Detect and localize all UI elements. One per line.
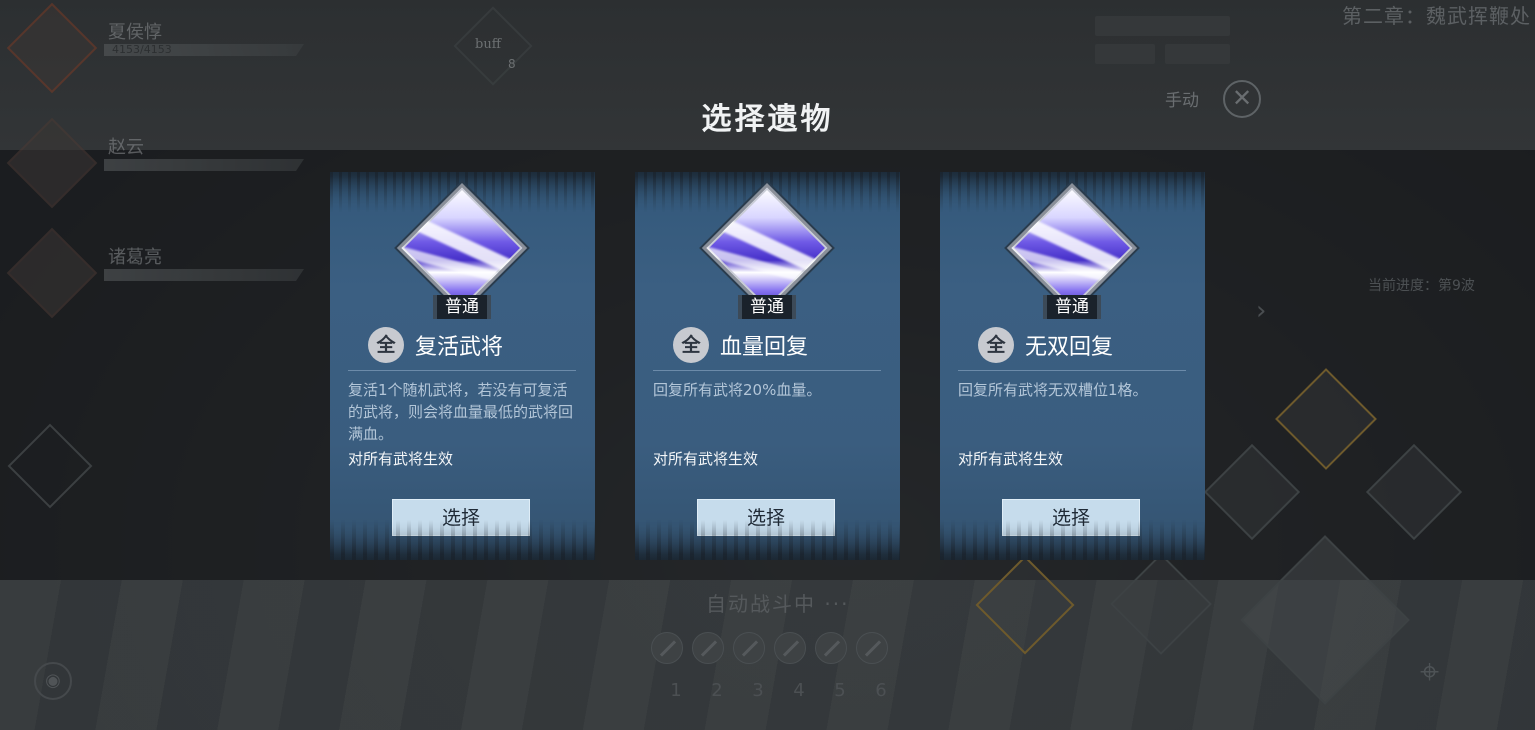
- modal-title: 选择遗物: [701, 102, 834, 137]
- slot-number: 6: [875, 680, 887, 701]
- chapter-title: 第二章：魏武挥鞭处: [1342, 4, 1531, 28]
- relic-name: 血量回复: [720, 335, 809, 360]
- relic-wing-icon: [1006, 182, 1138, 314]
- relic-effect-scope: 对所有武将生效: [348, 450, 454, 468]
- relic-wing-icon: [396, 182, 528, 314]
- relic-card: 普通 全 复活武将 复活1个随机武将，若没有可复活的武将，则会将血量最低的武将回…: [330, 172, 595, 560]
- divider: [348, 370, 576, 371]
- slot-number: 5: [834, 680, 846, 701]
- relic-description: 复活1个随机武将，若没有可复活的武将，则会将血量最低的武将回满血。: [348, 381, 574, 443]
- item-slot[interactable]: [774, 632, 806, 664]
- scope-badge: 全: [368, 327, 404, 363]
- buff-label: buff: [475, 37, 501, 52]
- relic-card: 普通 全 血量回复 回复所有武将20%血量。 对所有武将生效 选择: [635, 172, 900, 560]
- slot-number: 4: [793, 680, 805, 701]
- hero-portrait: [6, 2, 98, 94]
- scope-badge: 全: [673, 327, 709, 363]
- divider: [958, 370, 1186, 371]
- chevron-right-icon: ›: [1256, 296, 1267, 326]
- rarity-badge: 普通: [1043, 295, 1101, 319]
- hero-slot-1: 夏侯惇 4153/4153: [6, 2, 308, 94]
- scope-badge: 全: [978, 327, 1014, 363]
- item-slot[interactable]: [651, 632, 683, 664]
- hero-name: 夏侯惇: [108, 22, 162, 43]
- hero-hp-bar: [104, 159, 304, 171]
- relic-description: 回复所有武将无双槽位1格。: [958, 381, 1148, 399]
- slot-number: 3: [752, 680, 764, 701]
- hero-hp-bar: [104, 269, 304, 281]
- item-slot[interactable]: [733, 632, 765, 664]
- target-lock-icon[interactable]: ⌖: [1420, 652, 1439, 692]
- rarity-badge: 普通: [433, 295, 491, 319]
- select-button[interactable]: 选择: [1002, 499, 1140, 536]
- minimap-panel: [1095, 44, 1155, 64]
- hero-hp-text: 4153/4153: [112, 43, 172, 56]
- select-button[interactable]: 选择: [392, 499, 530, 536]
- buff-count: 8: [508, 57, 516, 71]
- slot-number: 1: [670, 680, 682, 701]
- relic-name: 复活武将: [415, 335, 504, 360]
- relic-wing-icon: [701, 182, 833, 314]
- relic-card: 普通 全 无双回复 回复所有武将无双槽位1格。 对所有武将生效 选择: [940, 172, 1205, 560]
- item-slot[interactable]: [856, 632, 888, 664]
- slot-number: 2: [711, 680, 723, 701]
- camera-icon[interactable]: ◉: [34, 662, 72, 700]
- relic-description: 回复所有武将20%血量。: [653, 381, 822, 399]
- stage-progress: 当前进度：第9波: [1368, 278, 1475, 294]
- item-slot[interactable]: [815, 632, 847, 664]
- hero-portrait: [6, 227, 98, 319]
- auto-battle-label: 自动战斗中 ···: [706, 592, 850, 616]
- minimap-panel: [1095, 16, 1230, 36]
- divider: [653, 370, 881, 371]
- select-button[interactable]: 选择: [697, 499, 835, 536]
- relic-effect-scope: 对所有武将生效: [958, 450, 1064, 468]
- hero-name: 诸葛亮: [108, 247, 162, 268]
- relic-name: 无双回复: [1025, 335, 1114, 360]
- minimap-panel: [1165, 44, 1230, 64]
- item-slot[interactable]: [692, 632, 724, 664]
- hero-slot-3: 诸葛亮: [6, 227, 308, 319]
- relic-effect-scope: 对所有武将生效: [653, 450, 759, 468]
- rarity-badge: 普通: [738, 295, 796, 319]
